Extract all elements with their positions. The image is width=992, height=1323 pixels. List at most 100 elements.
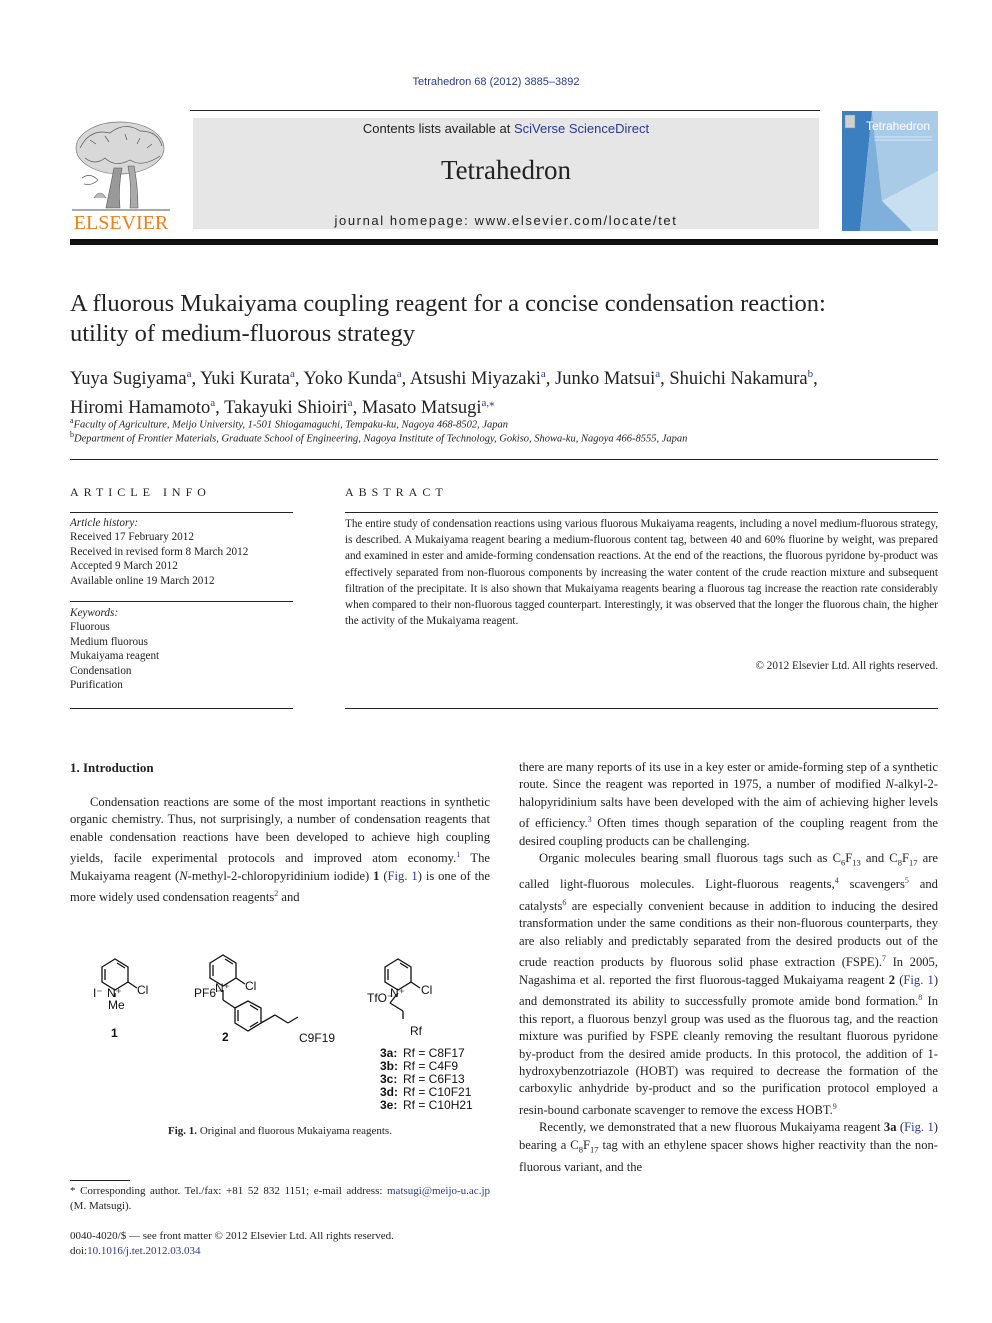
affiliation-mark[interactable]: a: [397, 368, 402, 380]
text-run: N: [885, 777, 894, 792]
abstract-copyright: © 2012 Elsevier Ltd. All rights reserved…: [755, 660, 939, 672]
legend-id: 3a:: [380, 1046, 397, 1060]
affiliation-mark[interactable]: a: [541, 368, 546, 380]
text-run: and: [278, 890, 300, 905]
front-matter: 0040-4020/$ — see front matter © 2012 El…: [70, 1229, 490, 1258]
rf-legend: 3a: Rf = C8F17 3b: Rf = C4F9 3c: Rf = C6…: [380, 1046, 473, 1112]
author[interactable]: Yoko Kunda: [304, 369, 397, 389]
journal-homepage[interactable]: journal homepage: www.elsevier.com/locat…: [193, 213, 819, 228]
history-received: Received 17 February 2012: [70, 531, 194, 544]
caption-text: Original and fluorous Mukaiyama reagents…: [197, 1125, 392, 1137]
affiliation-mark[interactable]: a: [655, 368, 660, 380]
history-label: Article history:: [70, 517, 139, 529]
article-history: Article history: Received 17 February 20…: [70, 516, 295, 588]
history-accepted: Accepted 9 March 2012: [70, 560, 178, 573]
paragraph: Organic molecules bearing small fluorous…: [519, 851, 939, 1117]
doi-link[interactable]: 10.1016/j.tet.2012.03.034: [87, 1245, 200, 1257]
text-run: -methyl-2-chloropyridinium iodide): [187, 868, 374, 883]
elsevier-tree-icon: ELSEVIER: [72, 121, 170, 234]
text-run: Recently, we demonstrated that a new flu…: [539, 1120, 884, 1135]
affiliation-mark[interactable]: a: [290, 368, 295, 380]
corresponding-author-footnote: * Corresponding author. Tel./fax: +81 52…: [70, 1184, 490, 1214]
section-heading-introduction: 1. Introduction: [70, 760, 154, 775]
paragraph: Recently, we demonstrated that a new flu…: [519, 1120, 938, 1174]
legend-id: 3c:: [380, 1072, 397, 1086]
citation-link[interactable]: Tetrahedron 68 (2012) 3885–3892: [413, 76, 580, 88]
author[interactable]: Yuya Sugiyama: [70, 369, 187, 389]
doi-label: doi:: [70, 1244, 88, 1257]
reference-link[interactable]: 9: [833, 1102, 837, 1111]
cmpd2-tail: C9F19: [299, 1031, 335, 1045]
abstract-heading: ABSTRACT: [345, 485, 448, 499]
cmpd1-me: Me: [108, 998, 125, 1012]
figure-link[interactable]: Fig. 1: [903, 973, 933, 987]
affiliation-mark[interactable]: a: [348, 397, 353, 409]
intro-right-column: there are many reports of its use in a k…: [519, 759, 938, 1176]
subscript: 8: [897, 857, 902, 868]
author[interactable]: Yuki Kurata: [200, 369, 290, 389]
cmpd1-counterion: I⁻: [93, 986, 103, 1000]
affiliation-mark[interactable]: a: [210, 397, 215, 409]
text-run: and demonstrated its ability to successf…: [519, 994, 919, 1009]
cmpd2-cl: Cl: [245, 979, 256, 993]
cmpd2-counterion: PF6⁻: [194, 986, 222, 1000]
affiliation-mark[interactable]: a: [187, 368, 192, 380]
cover-title: Tetrahedron: [866, 119, 930, 133]
doi-line: doi:10.1016/j.tet.2012.03.034: [70, 1244, 490, 1259]
legend-rf: Rf = C8F17: [403, 1046, 465, 1060]
affiliation-mark[interactable]: b: [808, 368, 814, 380]
author-list: Yuya Sugiyamaa, Yuki Kurataa, Yoko Kunda…: [70, 362, 940, 420]
elsevier-logo[interactable]: ELSEVIER: [70, 118, 172, 234]
text-run: Condensation reactions are some of the m…: [70, 795, 490, 866]
text-run: Organic molecules bearing small fluorous…: [539, 851, 841, 866]
contents-line: Contents lists available at SciVerse Sci…: [193, 121, 819, 136]
figure-link[interactable]: Fig. 1: [904, 1120, 934, 1134]
keywords-rule: [70, 601, 293, 602]
history-online: Available online 19 March 2012: [70, 574, 215, 587]
keyword: Mukaiyama reagent: [70, 650, 160, 663]
author[interactable]: Atsushi Miyazaki: [410, 369, 541, 389]
author[interactable]: Junko Matsui: [555, 369, 655, 389]
footnote-text: * Corresponding author. Tel./fax: +81 52…: [70, 1185, 387, 1197]
footnote-rule: [70, 1180, 130, 1181]
caption-label: Fig. 1.: [168, 1125, 198, 1137]
legend-id: 3d:: [380, 1085, 398, 1099]
legend-id: 3e:: [380, 1098, 397, 1112]
journal-cover[interactable]: Tetrahedron: [842, 111, 938, 231]
contents-prefix: Contents lists available at: [362, 121, 514, 136]
email-link[interactable]: matsugi@meijo-u.ac.jp: [387, 1185, 490, 1197]
intro-left-column: Condensation reactions are some of the m…: [70, 794, 490, 907]
footnote-text: (M. Matsugi).: [70, 1200, 132, 1212]
abstract-rule: [345, 512, 938, 513]
text-run: In this report, a fluorous benzyl group …: [519, 994, 939, 1117]
legend-rf: Rf = C6F13: [403, 1072, 465, 1086]
author[interactable]: Shuichi Nakamura: [669, 369, 807, 389]
article-info-rule: [70, 512, 293, 513]
paragraph: Condensation reactions are some of the m…: [70, 795, 491, 905]
journal-citation[interactable]: Tetrahedron 68 (2012) 3885–3892: [0, 76, 992, 88]
text-run: scavengers: [838, 877, 905, 892]
article-title: A fluorous Mukaiyama coupling reagent fo…: [70, 289, 940, 349]
keyword: Fluorous: [70, 621, 110, 634]
affiliation-b: bDepartment of Frontier Materials, Gradu…: [70, 430, 940, 445]
text-run: bearing a C: [519, 1137, 579, 1152]
keywords-label: Keywords:: [70, 607, 119, 619]
title-line-2: utility of medium-fluorous strategy: [70, 320, 415, 347]
keyword: Condensation: [70, 664, 132, 677]
subscript: 6: [841, 857, 846, 868]
legend-rf: Rf = C10H21: [403, 1098, 473, 1112]
subscript: 8: [578, 1144, 583, 1155]
text-run: there are many reports of its use in a k…: [519, 760, 938, 792]
author-line-1: Yuya Sugiyamaa, Yuki Kurataa, Yoko Kunda…: [70, 368, 818, 390]
article-info-bottom-rule: [70, 708, 293, 709]
cmpd3-rf: Rf: [410, 1024, 423, 1038]
legend-rf: Rf = C4F9: [403, 1059, 458, 1073]
text-run: are especially convenient because in add…: [519, 898, 938, 970]
compound-number: 2: [888, 972, 896, 987]
figure-link[interactable]: Fig. 1: [388, 869, 418, 883]
sciencedirect-link[interactable]: SciVerse ScienceDirect: [514, 121, 649, 136]
paragraph: there are many reports of its use in a k…: [519, 759, 938, 850]
journal-cover-image: Tetrahedron: [842, 111, 938, 231]
affiliation-mark[interactable]: a,⁎: [482, 397, 495, 409]
affiliation-text: Faculty of Agriculture, Meijo University…: [73, 419, 508, 431]
